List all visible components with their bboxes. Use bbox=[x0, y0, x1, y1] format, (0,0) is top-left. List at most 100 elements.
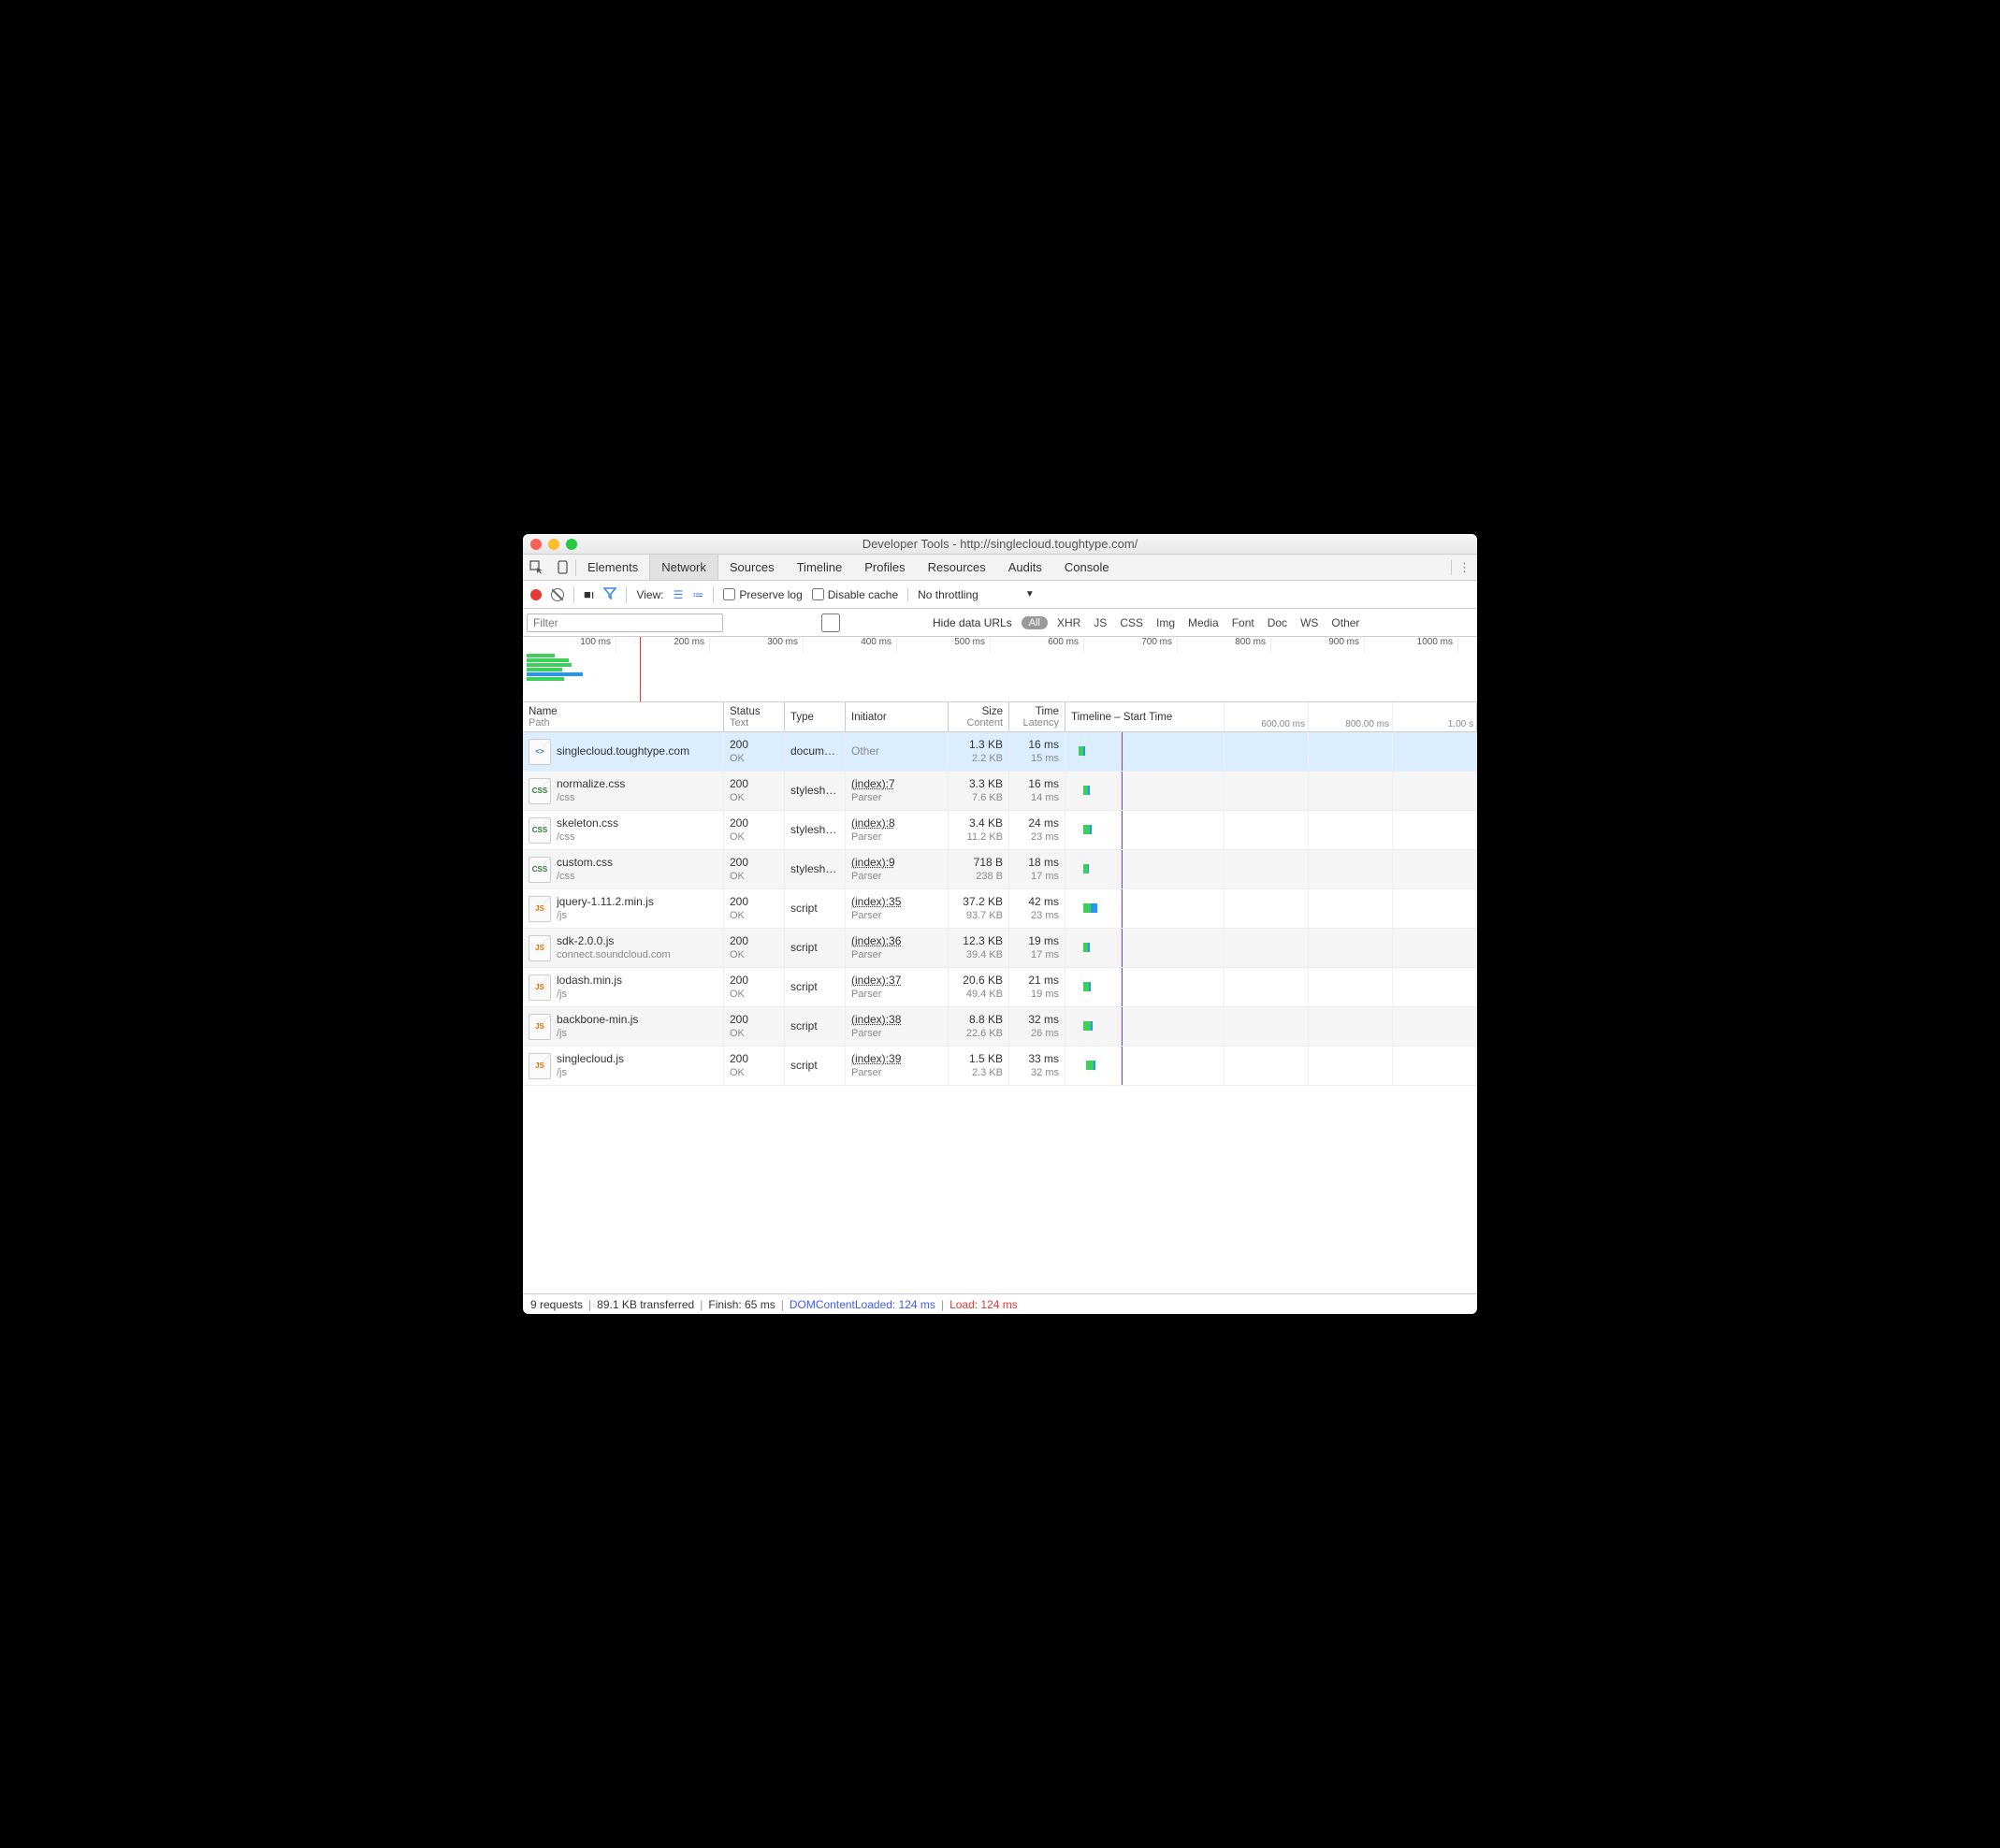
request-name: sdk-2.0.0.js bbox=[557, 934, 671, 949]
initiator-link[interactable]: (index):36 bbox=[851, 934, 942, 949]
request-path: /css bbox=[557, 830, 618, 844]
preserve-log-checkbox[interactable]: Preserve log bbox=[723, 588, 802, 601]
request-path: /css bbox=[557, 870, 613, 883]
table-row[interactable]: <>singlecloud.toughtype.com200OKdocum…Ot… bbox=[523, 732, 1477, 772]
table-row[interactable]: CSSnormalize.css/css200OKstylesh…(index)… bbox=[523, 772, 1477, 811]
column-status[interactable]: StatusText bbox=[724, 702, 785, 731]
table-row[interactable]: JSsinglecloud.js/js200OKscript(index):39… bbox=[523, 1047, 1477, 1086]
chevron-down-icon: ▼ bbox=[1025, 589, 1035, 599]
large-rows-icon[interactable]: ☰ bbox=[674, 588, 684, 601]
file-icon: CSS bbox=[529, 778, 551, 804]
request-name: custom.css bbox=[557, 856, 613, 871]
initiator-link[interactable]: (index):37 bbox=[851, 974, 942, 989]
tab-resources[interactable]: Resources bbox=[917, 555, 997, 580]
file-icon: CSS bbox=[529, 817, 551, 844]
close-button[interactable] bbox=[530, 539, 542, 550]
hide-data-urls-checkbox[interactable]: Hide data URLs bbox=[732, 614, 1012, 632]
column-size[interactable]: SizeContent bbox=[949, 702, 1009, 731]
disable-cache-checkbox[interactable]: Disable cache bbox=[812, 588, 898, 601]
file-icon: <> bbox=[529, 739, 551, 765]
traffic-lights bbox=[530, 539, 577, 550]
view-label: View: bbox=[636, 588, 663, 601]
request-path: /js bbox=[557, 1027, 638, 1040]
window-title: Developer Tools - http://singlecloud.tou… bbox=[530, 537, 1470, 551]
tab-timeline[interactable]: Timeline bbox=[786, 555, 854, 580]
filter-type-media[interactable]: Media bbox=[1188, 616, 1219, 629]
request-name: skeleton.css bbox=[557, 816, 618, 831]
request-name: normalize.css bbox=[557, 777, 625, 792]
status-bar: 9 requests | 89.1 KB transferred | Finis… bbox=[523, 1293, 1477, 1314]
file-icon: JS bbox=[529, 1053, 551, 1079]
tab-network[interactable]: Network bbox=[649, 555, 718, 580]
filter-type-ws[interactable]: WS bbox=[1300, 616, 1318, 629]
file-icon: JS bbox=[529, 935, 551, 961]
filter-type-xhr[interactable]: XHR bbox=[1057, 616, 1080, 629]
request-path: /js bbox=[557, 988, 622, 1001]
request-path: connect.soundcloud.com bbox=[557, 948, 671, 961]
initiator-link[interactable]: (index):38 bbox=[851, 1013, 942, 1028]
table-row[interactable]: JSjquery-1.11.2.min.js/js200OKscript(ind… bbox=[523, 889, 1477, 929]
table-row[interactable]: JSsdk-2.0.0.jsconnect.soundcloud.com200O… bbox=[523, 929, 1477, 968]
initiator-link[interactable]: (index):39 bbox=[851, 1052, 942, 1067]
table-header: NamePath StatusText Type Initiator SizeC… bbox=[523, 702, 1477, 732]
column-timeline[interactable]: Timeline – Start Time 600.00 ms800.00 ms… bbox=[1065, 702, 1477, 731]
filter-toggle-icon[interactable] bbox=[603, 586, 616, 602]
filter-type-other[interactable]: Other bbox=[1331, 616, 1359, 629]
initiator-link[interactable]: (index):35 bbox=[851, 895, 942, 910]
filter-type-img[interactable]: Img bbox=[1156, 616, 1175, 629]
initiator-link[interactable]: (index):9 bbox=[851, 856, 942, 871]
column-initiator[interactable]: Initiator bbox=[846, 702, 949, 731]
inspect-element-icon[interactable] bbox=[523, 560, 549, 574]
request-path: /css bbox=[557, 791, 625, 804]
status-finish: Finish: 65 ms bbox=[708, 1298, 775, 1311]
request-path: /js bbox=[557, 1066, 624, 1079]
devtools-window: Developer Tools - http://singlecloud.tou… bbox=[523, 534, 1477, 1314]
throttling-select[interactable]: No throttling ▼ bbox=[907, 588, 1035, 601]
table-row[interactable]: JSbackbone-min.js/js200OKscript(index):3… bbox=[523, 1007, 1477, 1047]
overview-timeline[interactable]: 100 ms200 ms300 ms400 ms500 ms600 ms700 … bbox=[523, 637, 1477, 702]
column-type[interactable]: Type bbox=[785, 702, 846, 731]
tab-profiles[interactable]: Profiles bbox=[853, 555, 916, 580]
column-time[interactable]: TimeLatency bbox=[1009, 702, 1065, 731]
request-name: singlecloud.toughtype.com bbox=[557, 744, 689, 759]
filter-type-css[interactable]: CSS bbox=[1120, 616, 1143, 629]
filter-bar: Hide data URLs All XHR JS CSS Img Media Font D… bbox=[523, 609, 1477, 637]
request-name: backbone-min.js bbox=[557, 1013, 638, 1028]
main-tabs: ElementsNetworkSourcesTimelineProfilesRe… bbox=[523, 555, 1477, 581]
file-icon: JS bbox=[529, 1014, 551, 1040]
screenshot-icon[interactable]: ■ı bbox=[584, 587, 594, 601]
tab-elements[interactable]: Elements bbox=[576, 555, 649, 580]
tab-sources[interactable]: Sources bbox=[718, 555, 786, 580]
kebab-menu-icon[interactable]: ⋮ bbox=[1451, 560, 1477, 575]
table-row[interactable]: CSScustom.css/css200OKstylesh…(index):9P… bbox=[523, 850, 1477, 889]
record-button[interactable] bbox=[530, 589, 542, 600]
clear-button[interactable] bbox=[551, 588, 564, 601]
status-requests: 9 requests bbox=[530, 1298, 583, 1311]
filter-type-js[interactable]: JS bbox=[1094, 616, 1107, 629]
filter-type-all[interactable]: All bbox=[1022, 616, 1048, 629]
request-name: singlecloud.js bbox=[557, 1052, 624, 1067]
filter-input[interactable] bbox=[527, 614, 723, 632]
status-load: Load: 124 ms bbox=[949, 1298, 1018, 1311]
load-event-marker bbox=[640, 637, 641, 701]
request-name: jquery-1.11.2.min.js bbox=[557, 895, 654, 910]
request-table-body[interactable]: <>singlecloud.toughtype.com200OKdocum…Ot… bbox=[523, 732, 1477, 1293]
tab-audits[interactable]: Audits bbox=[997, 555, 1053, 580]
file-icon: JS bbox=[529, 975, 551, 1001]
small-rows-icon[interactable]: ≔ bbox=[692, 588, 703, 601]
filter-type-doc[interactable]: Doc bbox=[1268, 616, 1287, 629]
minimize-button[interactable] bbox=[548, 539, 559, 550]
device-mode-icon[interactable] bbox=[549, 560, 575, 574]
tab-console[interactable]: Console bbox=[1053, 555, 1121, 580]
initiator-link[interactable]: (index):8 bbox=[851, 816, 942, 831]
request-name: lodash.min.js bbox=[557, 974, 622, 989]
table-row[interactable]: JSlodash.min.js/js200OKscript(index):37P… bbox=[523, 968, 1477, 1007]
initiator-link[interactable]: (index):7 bbox=[851, 777, 942, 792]
maximize-button[interactable] bbox=[566, 539, 577, 550]
file-icon: JS bbox=[529, 896, 551, 922]
network-toolbar: ■ı View: ☰ ≔ Preserve log Disable cache … bbox=[523, 581, 1477, 609]
status-domcontentloaded: DOMContentLoaded: 124 ms bbox=[790, 1298, 935, 1311]
filter-type-font[interactable]: Font bbox=[1232, 616, 1254, 629]
table-row[interactable]: CSSskeleton.css/css200OKstylesh…(index):… bbox=[523, 811, 1477, 850]
column-name[interactable]: NamePath bbox=[523, 702, 724, 731]
